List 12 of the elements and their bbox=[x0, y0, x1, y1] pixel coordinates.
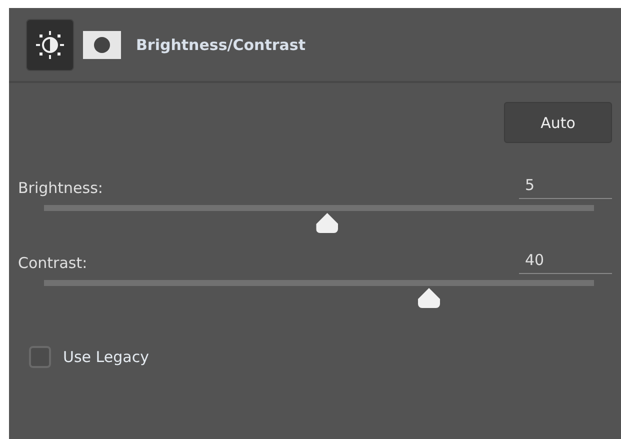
slider-thumb[interactable] bbox=[418, 288, 440, 308]
value-field[interactable]: 40 bbox=[519, 251, 612, 274]
brightness-icon[interactable] bbox=[26, 18, 74, 70]
auto-button[interactable]: Auto bbox=[504, 102, 612, 143]
mask-icon[interactable] bbox=[82, 30, 122, 60]
panel-title: Brightness/Contrast bbox=[136, 36, 306, 54]
checkbox[interactable] bbox=[29, 346, 51, 368]
slider-thumb[interactable] bbox=[316, 213, 338, 233]
slider-label: Contrast: bbox=[18, 254, 88, 274]
slider-label: Brightness: bbox=[18, 179, 103, 199]
checkbox-label: Use Legacy bbox=[63, 348, 149, 366]
value-field[interactable]: 5 bbox=[519, 176, 612, 199]
